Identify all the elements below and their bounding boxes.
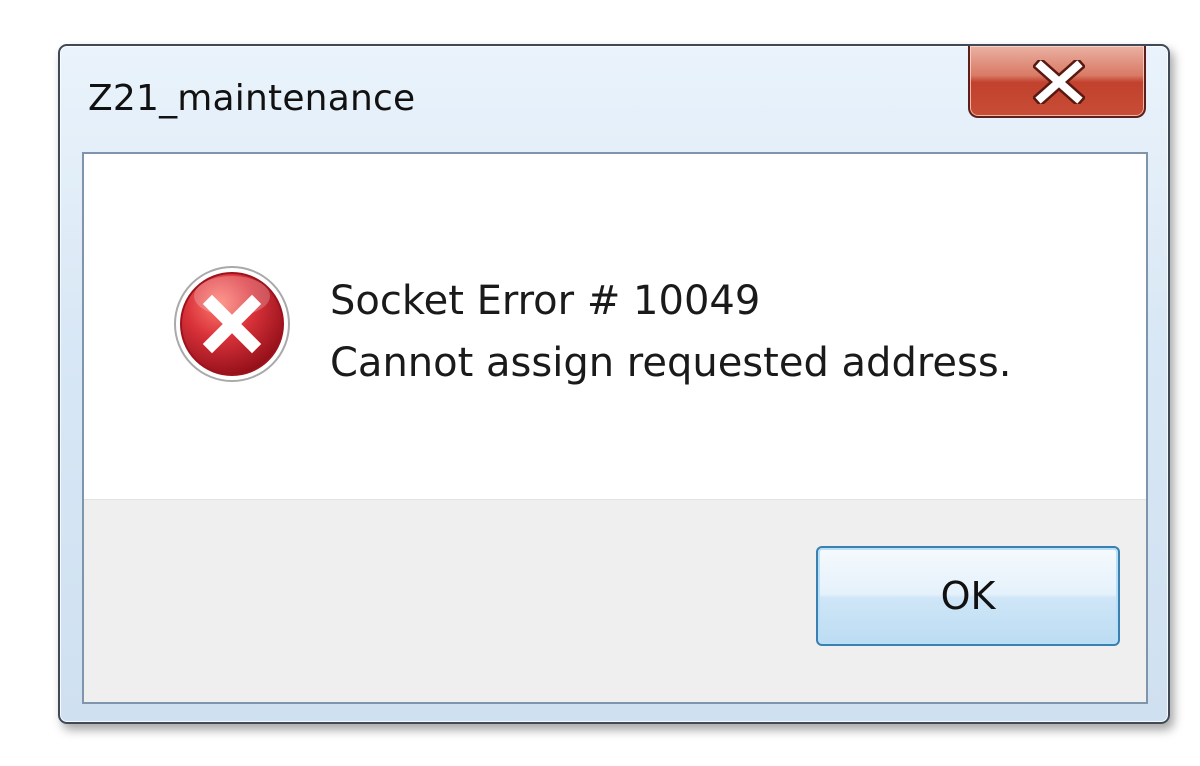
error-message: Socket Error # 10049 Cannot assign reque… bbox=[330, 270, 1011, 394]
close-icon bbox=[1033, 60, 1085, 104]
message-area: Socket Error # 10049 Cannot assign reque… bbox=[84, 154, 1146, 499]
dialog-body: Socket Error # 10049 Cannot assign reque… bbox=[82, 152, 1148, 704]
dialog-window: Z21_maintenance Socket Error # 10049 Can… bbox=[58, 44, 1170, 724]
button-bar: OK bbox=[84, 499, 1146, 702]
error-description-text: Cannot assign requested address. bbox=[330, 340, 1012, 386]
close-button[interactable] bbox=[968, 46, 1146, 118]
window-title: Z21_maintenance bbox=[88, 78, 416, 119]
ok-button[interactable]: OK bbox=[816, 546, 1120, 646]
error-code-text: Socket Error # 10049 bbox=[330, 278, 761, 324]
error-icon bbox=[174, 266, 290, 382]
